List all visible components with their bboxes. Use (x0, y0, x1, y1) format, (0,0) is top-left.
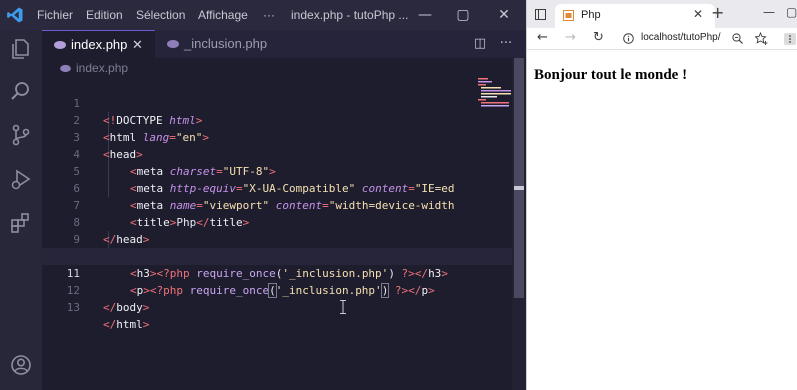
code-line[interactable]: 10 <h3><?php require_once('_inclusion.ph… (42, 231, 512, 280)
code-line-current[interactable]: 11 <p><?php require_once('_inclusion.php… (42, 248, 512, 298)
forward-button[interactable]: → (565, 30, 576, 45)
window-title: index.php - tutoPhp ... (291, 8, 409, 22)
more-icon[interactable] (783, 31, 797, 47)
minimap[interactable] (476, 78, 512, 108)
tab-inclusion-php[interactable]: _inclusion.php (155, 30, 295, 58)
menu-more[interactable]: ··· (263, 8, 275, 22)
minimize-button[interactable]: — (415, 5, 435, 25)
maximize-button[interactable]: ▢ (453, 5, 473, 25)
php-file-icon (60, 64, 71, 73)
account-icon[interactable] (8, 352, 34, 378)
breadcrumb[interactable]: index.php (42, 58, 512, 78)
code-line[interactable]: 7 <title>Php</title> (42, 180, 512, 229)
code-line[interactable]: 9 <body> (42, 214, 512, 263)
tab-label: index.php (71, 37, 128, 52)
code-line[interactable]: 6 <meta name="viewport" content="width=d… (42, 163, 512, 212)
minimize-button[interactable]: — (763, 5, 775, 19)
code-line[interactable]: 4 <meta charset="UTF-8"> (42, 129, 512, 178)
zoom-icon[interactable] (732, 33, 743, 44)
title-bar: Fichier Edition Sélection Affichage ··· … (0, 0, 526, 30)
favicon (563, 10, 574, 21)
tab-actions-icon[interactable] (535, 9, 546, 20)
reload-button[interactable]: ↻ (593, 30, 604, 45)
browser-toolbar: ← → ↻ localhost/tutoPhp/ (527, 28, 797, 50)
maximize-button[interactable]: ▢ (786, 5, 797, 19)
menu-selection[interactable]: Sélection (136, 8, 185, 22)
php-file-icon (54, 41, 66, 49)
code-editor[interactable]: 1 <!DOCTYPE html> 2 <html lang="en"> 3 <… (42, 78, 512, 390)
menu-fichier[interactable]: Fichier (37, 8, 73, 22)
editor-more-icon[interactable]: ··· (498, 36, 514, 52)
extensions-icon[interactable] (8, 210, 34, 236)
text-cursor-icon (340, 300, 346, 314)
code-line[interactable]: 13 </html> (42, 282, 512, 331)
tab-index-php[interactable]: index.php ✕ (42, 30, 155, 58)
vscode-logo-icon (7, 7, 23, 23)
code-line[interactable]: 12 </body> (42, 265, 512, 314)
cursor-position-marker (514, 186, 524, 190)
line-number: 13 (66, 301, 80, 314)
menu-affichage[interactable]: Affichage (198, 8, 248, 22)
breadcrumb-file[interactable]: index.php (76, 61, 128, 75)
php-file-icon (167, 40, 179, 48)
back-button[interactable]: ← (537, 30, 548, 45)
browser-tab-php[interactable]: Php ✕ (555, 4, 715, 28)
info-icon[interactable] (623, 33, 634, 44)
page-content: Bonjour tout le monde ! (527, 51, 797, 390)
run-debug-icon[interactable] (8, 166, 34, 192)
code-line[interactable]: 2 <html lang="en"> (42, 95, 512, 144)
search-icon[interactable] (8, 78, 34, 104)
vscode-window: Fichier Edition Sélection Affichage ··· … (0, 0, 526, 390)
browser-window: Php ✕ + — ▢ ← → ↻ localhost/tutoPhp/ Bon… (526, 0, 797, 390)
split-editor-icon[interactable]: ◫ (472, 36, 488, 52)
tab-label: _inclusion.php (184, 36, 268, 51)
new-tab-button[interactable]: + (711, 3, 724, 22)
favorites-icon[interactable] (755, 32, 768, 45)
scrollbar-thumb[interactable] (514, 58, 524, 298)
close-tab-icon[interactable]: ✕ (693, 7, 703, 21)
close-tab-icon[interactable]: ✕ (132, 31, 143, 59)
page-heading: Bonjour tout le monde ! (534, 67, 688, 83)
code-line[interactable]: 5 <meta http-equiv="X-UA-Compatible" con… (42, 146, 512, 195)
explorer-icon[interactable] (8, 36, 34, 62)
close-window-button[interactable]: ✕ (494, 5, 514, 25)
activity-bar (0, 30, 42, 390)
source-control-icon[interactable] (8, 122, 34, 148)
browser-tab-bar: Php ✕ + — ▢ (527, 0, 797, 28)
code-line[interactable]: 8 </head> (42, 197, 512, 246)
editor-tab-bar: index.php ✕ _inclusion.php ◫ ··· (42, 30, 526, 58)
code-line[interactable]: 3 <head> (42, 112, 512, 161)
browser-tab-title: Php (581, 9, 601, 21)
address-bar[interactable]: localhost/tutoPhp/ (641, 32, 721, 43)
code-line[interactable]: 1 <!DOCTYPE html> (42, 78, 512, 127)
menu-edition[interactable]: Edition (86, 8, 123, 22)
